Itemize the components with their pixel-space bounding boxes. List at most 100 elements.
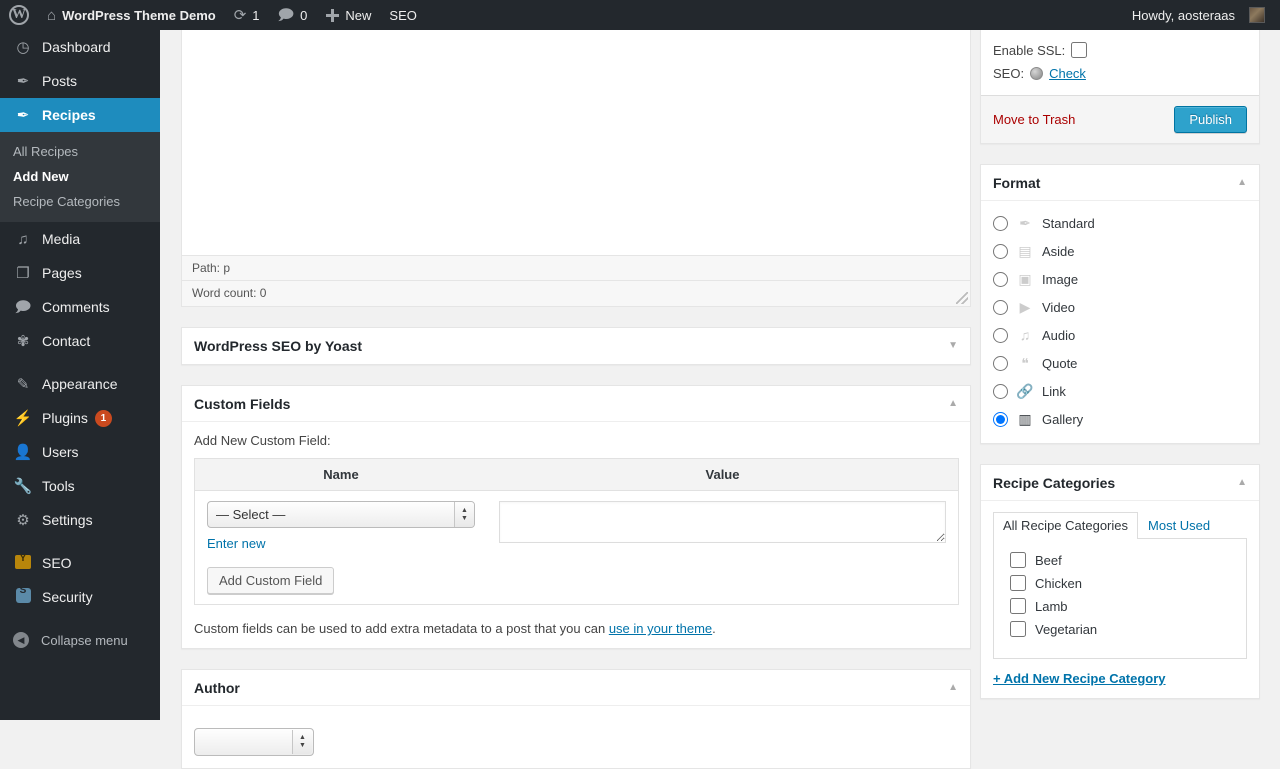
enable-ssl-label: Enable SSL:: [993, 42, 1066, 58]
author-select[interactable]: ▲ ▼: [194, 728, 314, 756]
sidebar-item-appearance[interactable]: ✎ Appearance: [0, 367, 160, 401]
sidebar-item-label: Settings: [42, 512, 93, 528]
format-radio[interactable]: [993, 327, 1008, 343]
content-area: Path: p Word count: 0 WordPress SEO by Y…: [160, 30, 1280, 769]
sidebar-item-pages[interactable]: ❐ Pages: [0, 256, 160, 290]
list-item[interactable]: Beef: [1002, 549, 1238, 572]
help-text-after: .: [712, 621, 716, 636]
comment-bubble-icon: 🗩: [14, 298, 32, 316]
recipe-categories-postbox-header[interactable]: Recipe Categories ▲: [981, 465, 1259, 501]
editor-word-count-bar: Word count: 0: [182, 280, 970, 306]
sidebar-item-comments[interactable]: 🗩 Comments: [0, 290, 160, 324]
publish-button[interactable]: Publish: [1174, 106, 1247, 133]
sidebar-item-label: Comments: [42, 299, 110, 315]
category-label: Beef: [1035, 552, 1062, 568]
format-option-video[interactable]: ▶ Video: [993, 293, 1247, 321]
wp-logo-menu[interactable]: W: [0, 0, 38, 30]
new-content-menu[interactable]: New: [316, 0, 380, 30]
sidebar-item-settings[interactable]: ⚙ Settings: [0, 503, 160, 537]
chevron-up-icon: ▲: [299, 734, 306, 741]
author-body: ▲ ▼: [182, 706, 970, 768]
format-radio[interactable]: [993, 243, 1008, 259]
sidebar-item-users[interactable]: 👤 Users: [0, 435, 160, 469]
category-checkbox-chicken[interactable]: [1010, 575, 1026, 591]
sidebar-item-security[interactable]: Security: [0, 580, 160, 614]
list-item[interactable]: Chicken: [1002, 572, 1238, 595]
resize-grip-icon[interactable]: [956, 292, 968, 304]
adminbar-seo-menu[interactable]: SEO: [380, 0, 425, 30]
chevron-up-icon[interactable]: ▲: [948, 682, 958, 693]
collapse-menu-label: Collapse menu: [41, 632, 128, 648]
recipe-categories-body: All Recipe Categories Most Used Beef Chi…: [981, 501, 1259, 698]
format-option-label: Video: [1042, 299, 1076, 315]
format-option-quote[interactable]: ❝ Quote: [993, 349, 1247, 377]
category-checkbox-vegetarian[interactable]: [1010, 621, 1026, 637]
my-account-menu[interactable]: Howdy, aosteraas: [1123, 0, 1274, 30]
use-in-your-theme-link[interactable]: use in your theme: [609, 621, 712, 636]
format-option-label: Aside: [1042, 243, 1075, 259]
admin-sidebar-menu: ◷ Dashboard ✒ Posts ✒ Recipes All Recipe…: [0, 30, 160, 720]
format-option-image[interactable]: ▣ Image: [993, 265, 1247, 293]
sidebar-item-media[interactable]: ♫ Media: [0, 222, 160, 256]
pin-icon: ✒: [16, 106, 30, 124]
format-option-link[interactable]: 🔗 Link: [993, 377, 1247, 405]
add-new-recipe-category-link[interactable]: + Add New Recipe Category: [993, 671, 1166, 686]
custom-field-value-input[interactable]: [499, 501, 946, 543]
sidebar-subitem-all-recipes[interactable]: All Recipes: [0, 139, 160, 164]
help-text-before: Custom fields can be used to add extra m…: [194, 621, 609, 636]
format-radio[interactable]: [993, 299, 1008, 315]
custom-fields-postbox-header[interactable]: Custom Fields ▲: [182, 386, 970, 422]
dashboard-icon: ◷: [16, 38, 30, 56]
sidebar-item-seo[interactable]: SEO: [0, 546, 160, 580]
format-option-label: Gallery: [1042, 411, 1084, 427]
chevron-up-icon[interactable]: ▲: [1237, 477, 1247, 488]
user-icon: 👤: [13, 443, 33, 461]
format-option-label: Quote: [1042, 355, 1078, 371]
format-option-gallery[interactable]: ▥ Gallery: [993, 405, 1247, 433]
sidebar-item-plugins[interactable]: ⚡ Plugins 1: [0, 401, 160, 435]
author-postbox-header[interactable]: Author ▲: [182, 670, 970, 706]
format-option-aside[interactable]: ▤ Aside: [993, 237, 1247, 265]
editor-content-canvas[interactable]: [182, 30, 970, 255]
tab-most-used[interactable]: Most Used: [1138, 512, 1220, 539]
sidebar-subitem-add-new[interactable]: Add New: [0, 164, 160, 189]
move-to-trash-link[interactable]: Move to Trash: [993, 112, 1075, 127]
enter-new-link[interactable]: Enter new: [207, 536, 475, 551]
yoast-seo-postbox-header[interactable]: WordPress SEO by Yoast ▼: [182, 328, 970, 364]
updates-menu[interactable]: ⟳ 1: [225, 0, 269, 30]
format-radio[interactable]: [993, 411, 1008, 427]
recipe-categories-checklist[interactable]: Beef Chicken Lamb Vegetarian: [993, 539, 1247, 659]
format-option-standard[interactable]: ✒ Standard: [993, 209, 1247, 237]
format-postbox-header[interactable]: Format ▲: [981, 165, 1259, 201]
sidebar-separator: [0, 614, 160, 623]
format-radio[interactable]: [993, 271, 1008, 287]
tab-all-recipe-categories[interactable]: All Recipe Categories: [993, 512, 1139, 539]
sidebar-item-recipes[interactable]: ✒ Recipes: [0, 98, 160, 132]
chevron-down-icon[interactable]: ▼: [948, 341, 958, 351]
comments-menu[interactable]: 🗩 0: [269, 0, 317, 30]
format-radio[interactable]: [993, 383, 1008, 399]
category-checkbox-lamb[interactable]: [1010, 598, 1026, 614]
format-option-audio[interactable]: ♫ Audio: [993, 321, 1247, 349]
sidebar-item-tools[interactable]: 🔧 Tools: [0, 469, 160, 503]
list-item[interactable]: Lamb: [1002, 595, 1238, 618]
format-radio[interactable]: [993, 215, 1008, 231]
sidebar-item-posts[interactable]: ✒ Posts: [0, 64, 160, 98]
sidebar-item-dashboard[interactable]: ◷ Dashboard: [0, 30, 160, 64]
sidebar-item-label: Appearance: [42, 376, 118, 392]
sidebar-subitem-recipe-categories[interactable]: Recipe Categories: [0, 189, 160, 214]
sidebar-item-contact[interactable]: ✾ Contact: [0, 324, 160, 358]
chevron-up-icon[interactable]: ▲: [1237, 177, 1247, 188]
format-radio[interactable]: [993, 355, 1008, 371]
list-item[interactable]: Vegetarian: [1002, 618, 1238, 641]
enable-ssl-checkbox[interactable]: [1071, 42, 1088, 58]
custom-field-name-select[interactable]: — Select —: [207, 501, 475, 528]
seo-check-link[interactable]: Check: [1049, 66, 1086, 81]
site-name-menu[interactable]: ⌂ WordPress Theme Demo: [38, 0, 225, 30]
add-custom-field-button[interactable]: Add Custom Field: [207, 567, 335, 594]
category-checkbox-beef[interactable]: [1010, 552, 1026, 568]
custom-fields-table: Name Value — Select — ▲ ▼ Enter new Add …: [194, 458, 959, 605]
postbox-title: WordPress SEO by Yoast: [194, 338, 363, 354]
chevron-up-icon[interactable]: ▲: [948, 398, 958, 409]
collapse-menu-button[interactable]: ◀ Collapse menu: [0, 623, 160, 657]
